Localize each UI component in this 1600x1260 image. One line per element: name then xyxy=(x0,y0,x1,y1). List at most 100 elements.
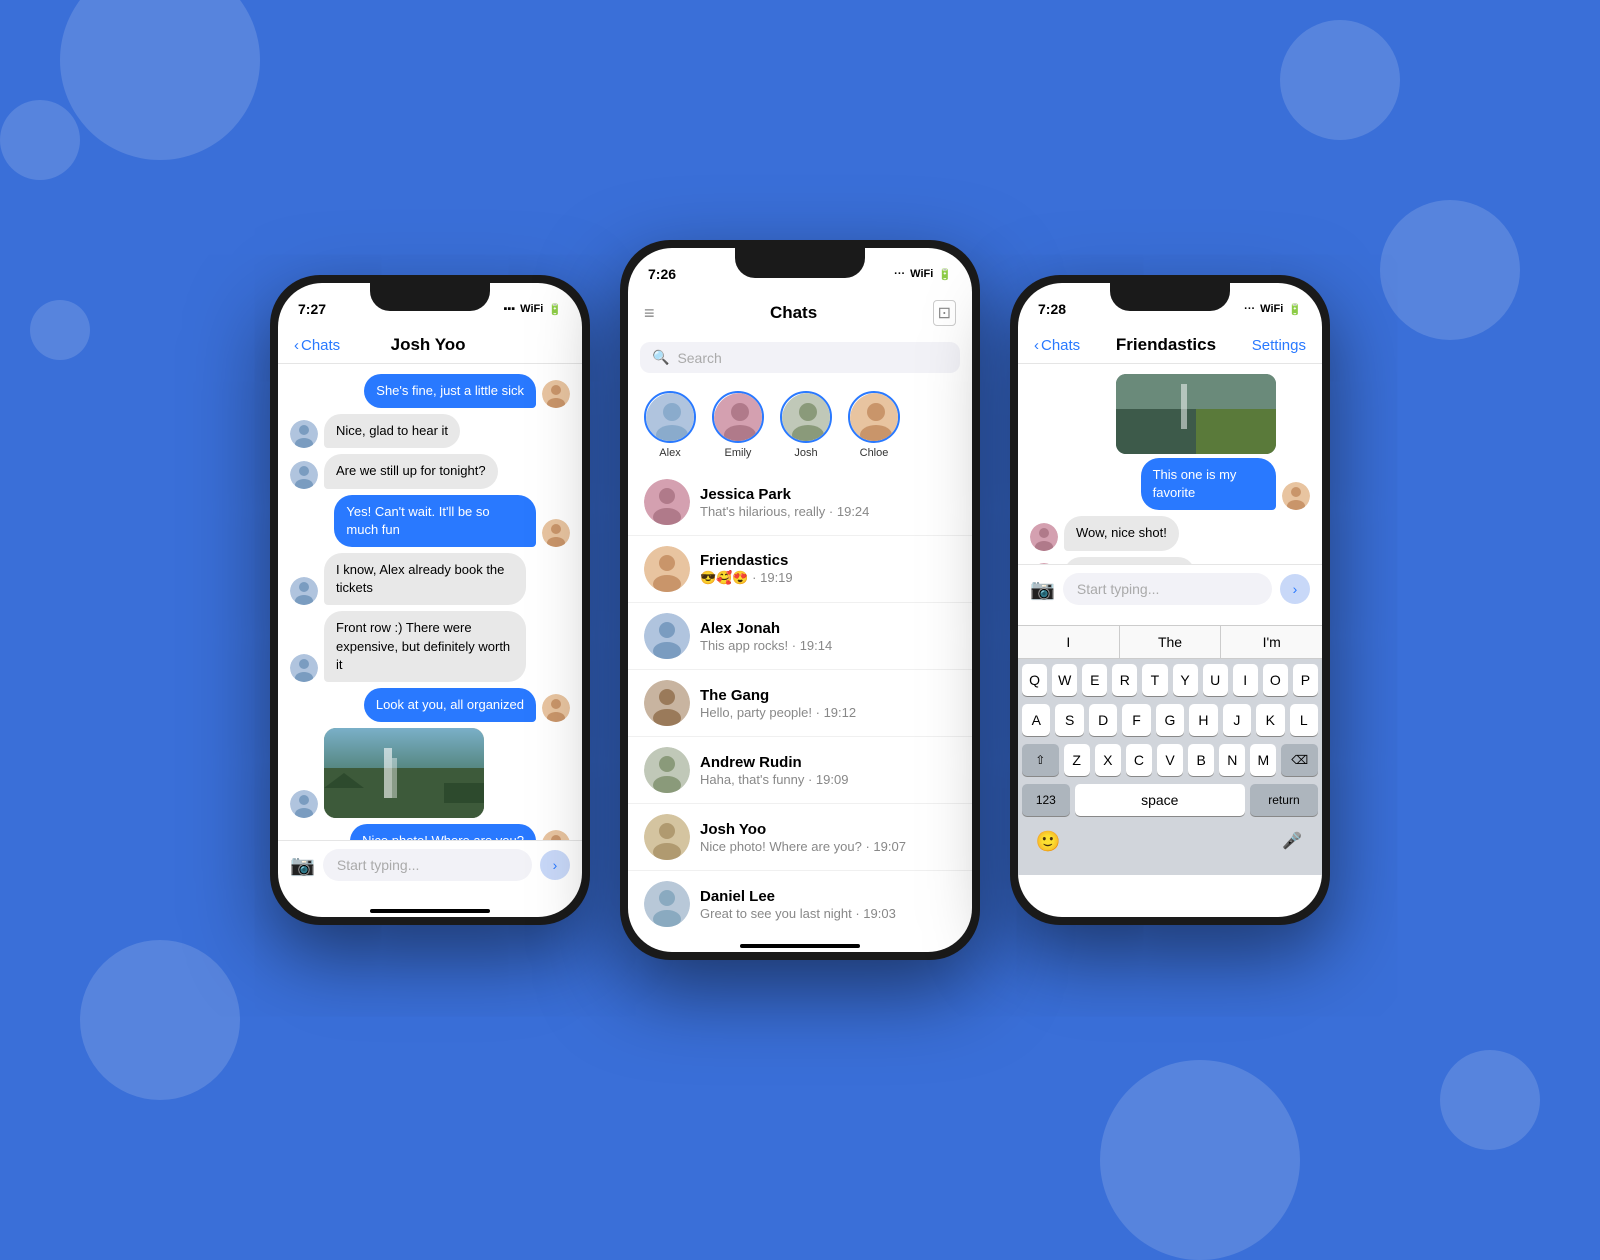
story-alex[interactable]: Alex xyxy=(644,391,696,459)
story-josh[interactable]: Josh xyxy=(780,391,832,459)
key-s[interactable]: S xyxy=(1055,704,1083,736)
return-key[interactable]: return xyxy=(1250,784,1318,816)
bubble: Front row :) There were expensive, but d… xyxy=(324,611,526,682)
key-r[interactable]: R xyxy=(1112,664,1137,696)
avatar xyxy=(290,790,318,818)
back-chevron-icon: ‹ xyxy=(294,337,299,354)
back-chevron-icon-right: ‹ xyxy=(1034,337,1039,354)
key-f[interactable]: F xyxy=(1122,704,1150,736)
chat-item-gang[interactable]: The Gang Hello, party people! · 19:12 xyxy=(628,670,972,737)
key-l[interactable]: L xyxy=(1290,704,1318,736)
back-button-left[interactable]: ‹ Chats xyxy=(294,337,340,354)
mic-key[interactable]: 🎤 xyxy=(1274,823,1310,859)
delete-key[interactable]: ⌫ xyxy=(1281,744,1318,776)
message-input-right[interactable]: Start typing... xyxy=(1063,573,1272,605)
suggestion-im[interactable]: I'm xyxy=(1221,626,1322,658)
sent-with-image: This one is my favorite xyxy=(1030,374,1310,510)
messages-area-right: This one is my favorite Wow, nice shot! xyxy=(1018,364,1322,564)
key-i[interactable]: I xyxy=(1233,664,1258,696)
avatar xyxy=(542,380,570,408)
key-o[interactable]: O xyxy=(1263,664,1288,696)
battery-icon: 🔋 xyxy=(548,303,562,316)
chat-info-josh: Josh Yoo Nice photo! Where are you? · 19… xyxy=(700,821,956,854)
chat-avatar-alex xyxy=(644,613,690,659)
menu-icon[interactable]: ≡ xyxy=(644,303,655,324)
bubble: You're good at this xyxy=(1064,557,1195,564)
key-c[interactable]: C xyxy=(1126,744,1152,776)
key-z[interactable]: Z xyxy=(1064,744,1090,776)
time-right: 7:28 xyxy=(1038,301,1066,317)
chat-info-gang: The Gang Hello, party people! · 19:12 xyxy=(700,687,956,720)
chat-info-daniel: Daniel Lee Great to see you last night ·… xyxy=(700,888,956,921)
key-w[interactable]: W xyxy=(1052,664,1077,696)
phones-container: 7:27 ▪▪▪ WiFi 🔋 ‹ Chats Josh Yoo xyxy=(270,240,1330,960)
key-d[interactable]: D xyxy=(1089,704,1117,736)
bubble: She's fine, just a little sick xyxy=(364,374,536,408)
key-j[interactable]: J xyxy=(1223,704,1251,736)
key-b[interactable]: B xyxy=(1188,744,1214,776)
shift-key[interactable]: ⇧ xyxy=(1022,744,1059,776)
key-e[interactable]: E xyxy=(1082,664,1107,696)
send-button-right[interactable]: › xyxy=(1280,574,1310,604)
messages-area-left: She's fine, just a little sick Nice, gla… xyxy=(278,364,582,840)
story-name-alex: Alex xyxy=(659,447,680,459)
send-button-left[interactable]: › xyxy=(540,850,570,880)
nav-title-right: Friendastics xyxy=(1116,335,1216,355)
key-t[interactable]: T xyxy=(1142,664,1167,696)
camera-icon[interactable]: 📷 xyxy=(290,853,315,878)
settings-button[interactable]: Settings xyxy=(1252,337,1306,354)
chat-avatar-josh xyxy=(644,814,690,860)
chat-name: Josh Yoo xyxy=(700,821,956,838)
key-p[interactable]: P xyxy=(1293,664,1318,696)
chat-item-josh[interactable]: Josh Yoo Nice photo! Where are you? · 19… xyxy=(628,804,972,871)
search-placeholder: Search xyxy=(677,350,721,366)
story-chloe[interactable]: Chloe xyxy=(848,391,900,459)
suggestion-the[interactable]: The xyxy=(1120,626,1222,658)
key-k[interactable]: K xyxy=(1256,704,1284,736)
avatar xyxy=(542,830,570,840)
suggestion-i[interactable]: I xyxy=(1018,626,1120,658)
phone-middle-notch xyxy=(735,248,865,278)
key-q[interactable]: Q xyxy=(1022,664,1047,696)
phone-right-screen: 7:28 ··· WiFi 🔋 ‹ Chats Friendastics Set… xyxy=(1018,283,1322,917)
chat-item-daniel[interactable]: Daniel Lee Great to see you last night ·… xyxy=(628,871,972,936)
chat-name: Jessica Park xyxy=(700,486,956,503)
key-v[interactable]: V xyxy=(1157,744,1183,776)
input-bar-right: 📷 Start typing... › xyxy=(1018,564,1322,625)
back-button-right[interactable]: ‹ Chats xyxy=(1034,337,1080,354)
key-a[interactable]: A xyxy=(1022,704,1050,736)
key-m[interactable]: M xyxy=(1250,744,1276,776)
chat-preview: That's hilarious, really · 19:24 xyxy=(700,504,956,519)
chat-item-friendastics[interactable]: Friendastics 😎🥰😍 · 19:19 xyxy=(628,536,972,603)
message-input-left[interactable]: Start typing... xyxy=(323,849,532,881)
status-icons-left: ▪▪▪ WiFi 🔋 xyxy=(503,303,562,316)
camera-icon-right[interactable]: 📷 xyxy=(1030,577,1055,602)
key-x[interactable]: X xyxy=(1095,744,1121,776)
compose-icon[interactable]: ⊡ xyxy=(933,300,956,326)
chat-list: Jessica Park That's hilarious, really · … xyxy=(628,469,972,936)
chat-item-andrew[interactable]: Andrew Rudin Haha, that's funny · 19:09 xyxy=(628,737,972,804)
battery-icon-right: 🔋 xyxy=(1288,303,1302,316)
chat-info-friendastics: Friendastics 😎🥰😍 · 19:19 xyxy=(700,552,956,586)
space-key[interactable]: space xyxy=(1075,784,1245,816)
chat-name: Friendastics xyxy=(700,552,956,569)
numbers-key[interactable]: 123 xyxy=(1022,784,1070,816)
key-n[interactable]: N xyxy=(1219,744,1245,776)
emoji-key[interactable]: 🙂 xyxy=(1030,823,1066,859)
signal-dots-icon: ··· xyxy=(894,268,905,280)
search-bar[interactable]: 🔍 Search xyxy=(640,342,960,373)
signal-dots-icon-right: ··· xyxy=(1244,303,1255,315)
back-label-right: Chats xyxy=(1041,337,1080,354)
chat-avatar-daniel xyxy=(644,881,690,927)
key-u[interactable]: U xyxy=(1203,664,1228,696)
chat-item-alex[interactable]: Alex Jonah This app rocks! · 19:14 xyxy=(628,603,972,670)
key-g[interactable]: G xyxy=(1156,704,1184,736)
chat-item-jessica[interactable]: Jessica Park That's hilarious, really · … xyxy=(628,469,972,536)
bg-circle-7 xyxy=(30,300,90,360)
msg-row: Front row :) There were expensive, but d… xyxy=(290,611,570,682)
story-emily[interactable]: Emily xyxy=(712,391,764,459)
bubble: Nice, glad to hear it xyxy=(324,414,460,448)
key-h[interactable]: H xyxy=(1189,704,1217,736)
key-y[interactable]: Y xyxy=(1173,664,1198,696)
avatar xyxy=(290,420,318,448)
